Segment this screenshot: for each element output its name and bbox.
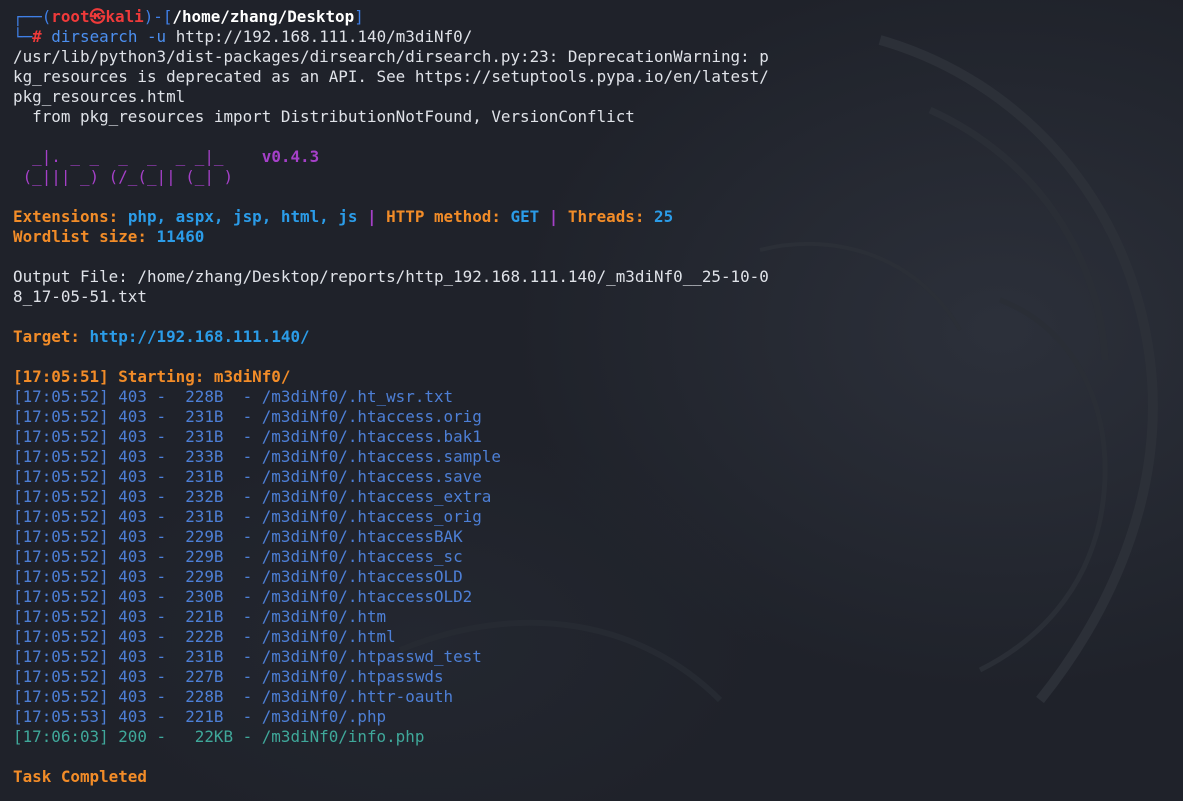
banner-art-line-1: _|. _ _ _ _ _ _|_ v0.4.3 — [13, 147, 320, 166]
result-row-403: [17:05:52] 403 - 233B - /m3diNf0/.htacce… — [13, 447, 501, 466]
wordlist-size-value: 11460 — [156, 227, 205, 246]
result-row-403: [17:05:52] 403 - 230B - /m3diNf0/.htacce… — [13, 587, 473, 606]
terminal-window[interactable]: ┌──(root㉿kali)-[/home/zhang/Desktop] └─#… — [0, 0, 1183, 801]
prompt-hash: # — [32, 27, 42, 46]
command-name: dirsearch — [51, 27, 138, 46]
result-row-403: [17:05:52] 403 - 228B - /m3diNf0/.httr-o… — [13, 687, 454, 706]
results-list: [17:05:52] 403 - 228B - /m3diNf0/.ht_wsr… — [13, 387, 1183, 727]
result-row-403: [17:05:52] 403 - 231B - /m3diNf0/.htpass… — [13, 647, 482, 666]
result-row-403: [17:05:52] 403 - 228B - /m3diNf0/.ht_wsr… — [13, 387, 454, 406]
result-row-403: [17:05:52] 403 - 232B - /m3diNf0/.htacce… — [13, 487, 492, 506]
result-row-403: [17:05:52] 403 - 231B - /m3diNf0/.htacce… — [13, 507, 482, 526]
result-row-403: [17:05:52] 403 - 229B - /m3diNf0/.htacce… — [13, 547, 463, 566]
target-line: Target: http://192.168.111.140/ — [13, 327, 310, 346]
command-flag: -u — [146, 27, 167, 46]
result-row-403: [17:05:52] 403 - 229B - /m3diNf0/.htacce… — [13, 567, 463, 586]
result-row-403: [17:05:52] 403 - 222B - /m3diNf0/.html — [13, 627, 396, 646]
target-url: http://192.168.111.140/ — [89, 327, 310, 346]
extensions-value: php, aspx, jsp, html, js — [127, 207, 358, 226]
result-row-403: [17:05:52] 403 - 227B - /m3diNf0/.htpass… — [13, 667, 444, 686]
banner-art-line-2: (_||| _) (/_(_|| (_| ) — [13, 167, 234, 186]
result-row-403: [17:05:53] 403 - 221B - /m3diNf0/.php — [13, 707, 387, 726]
warning-line: kg_resources is deprecated as an API. Se… — [13, 67, 769, 86]
warning-line: pkg_resources.html — [13, 87, 186, 106]
result-row-403: [17:05:52] 403 - 231B - /m3diNf0/.htacce… — [13, 407, 482, 426]
warning-line: from pkg_resources import DistributionNo… — [13, 107, 635, 126]
task-completed-line: Task Completed — [13, 767, 147, 786]
scan-start-line: [17:05:51] Starting: m3diNf0/ — [13, 367, 291, 386]
config-line: Extensions: php, aspx, jsp, html, js | H… — [13, 207, 674, 226]
prompt-header: ┌──(root㉿kali)-[/home/zhang/Desktop] — [13, 7, 364, 26]
result-row-403: [17:05:52] 403 - 231B - /m3diNf0/.htacce… — [13, 427, 482, 446]
http-method-value: GET — [510, 207, 540, 226]
prompt-command-line[interactable]: └─# dirsearch -u http://192.168.111.140/… — [13, 27, 1183, 47]
terminal-output: ┌──(root㉿kali)-[/home/zhang/Desktop] └─#… — [13, 7, 1183, 787]
threads-value: 25 — [654, 207, 674, 226]
warning-line: /usr/lib/python3/dist-packages/dirsearch… — [13, 47, 769, 66]
output-file-line: 8_17-05-51.txt — [13, 287, 147, 306]
result-row-200: [17:06:03] 200 - 22KB - /m3diNf0/info.ph… — [13, 727, 425, 746]
result-row-403: [17:05:52] 403 - 221B - /m3diNf0/.htm — [13, 607, 387, 626]
prompt-user: root㉿kali — [51, 7, 144, 26]
output-file-line: Output File: /home/zhang/Desktop/reports… — [13, 267, 769, 286]
result-row-403: [17:05:52] 403 - 229B - /m3diNf0/.htacce… — [13, 527, 463, 546]
wordlist-line: Wordlist size: 11460 — [13, 227, 205, 246]
command-url: http://192.168.111.140/m3diNf0/ — [175, 27, 473, 46]
prompt-cwd: /home/zhang/Desktop — [172, 7, 355, 26]
version-label: v0.4.3 — [261, 147, 320, 166]
result-row-403: [17:05:52] 403 - 231B - /m3diNf0/.htacce… — [13, 467, 482, 486]
